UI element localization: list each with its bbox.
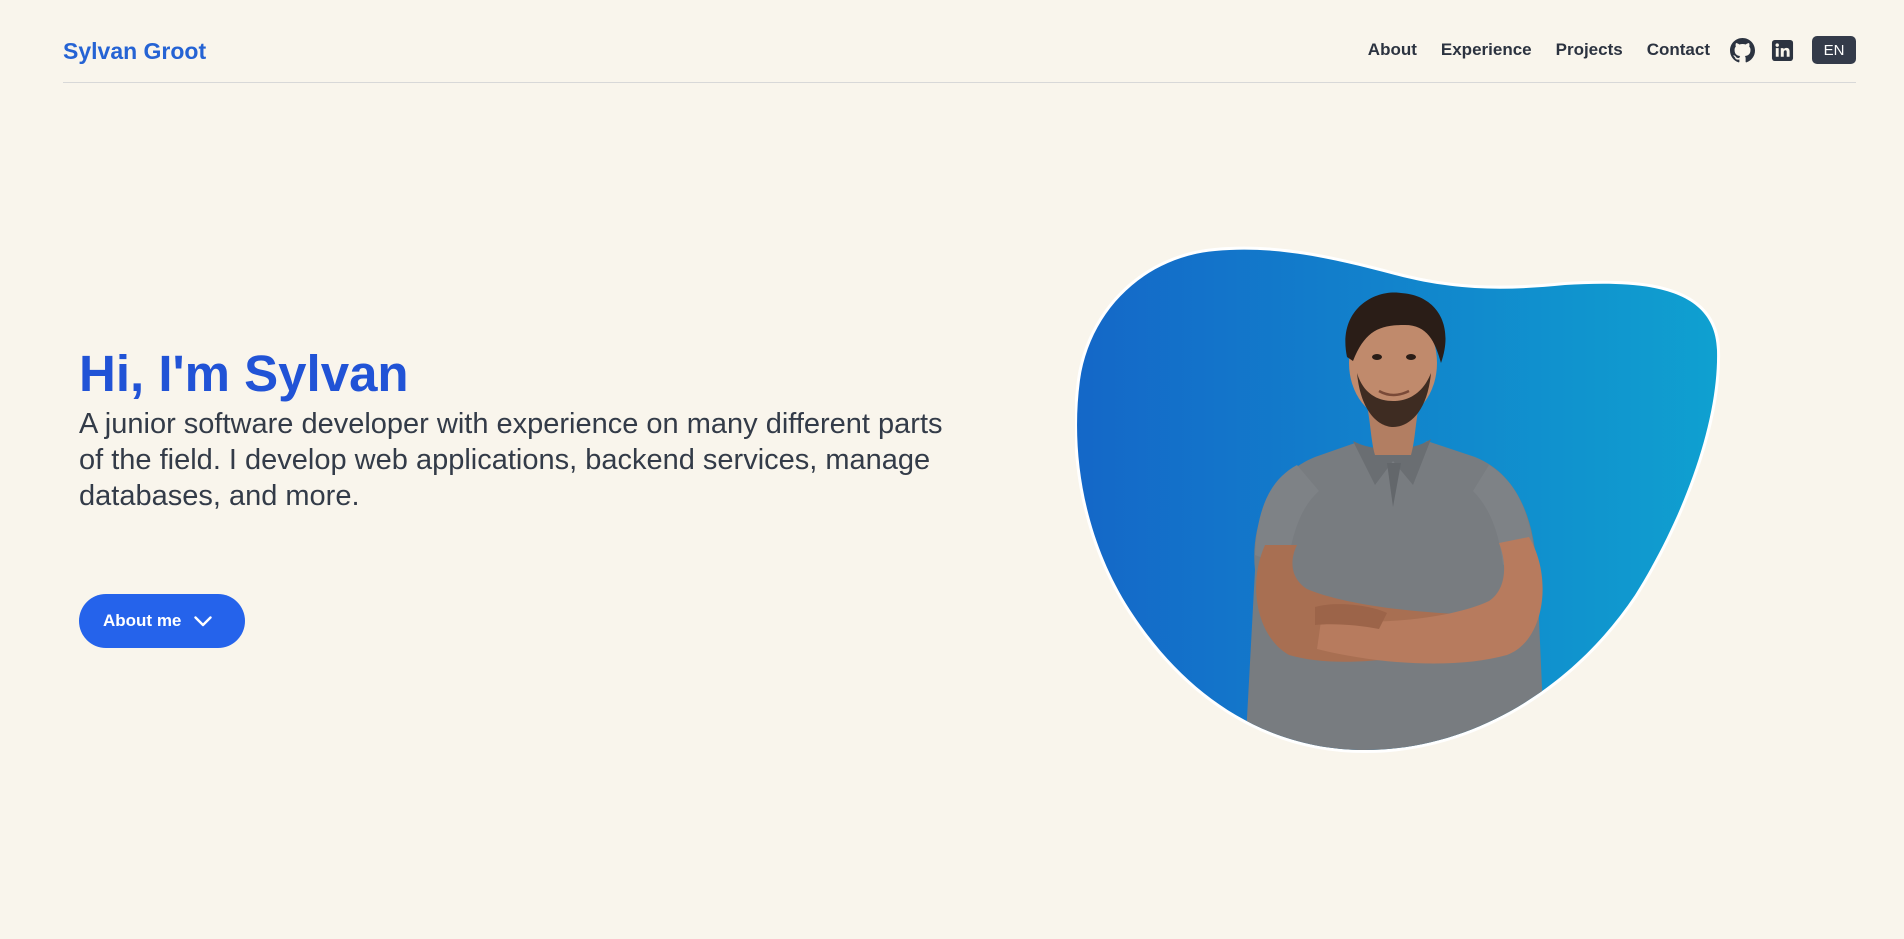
brand-logo[interactable]: Sylvan Groot [63,38,206,65]
main-nav: About Experience Projects Contact EN [1368,36,1856,64]
nav-projects[interactable]: Projects [1556,40,1623,60]
site-header: Sylvan Groot About Experience Projects C… [63,0,1856,83]
nav-experience[interactable]: Experience [1441,40,1532,60]
about-me-button[interactable]: About me [79,594,245,648]
profile-portrait [1075,246,1721,754]
language-selector[interactable]: EN [1812,36,1856,64]
hero-subtitle: A junior software developer with experie… [79,408,943,512]
about-me-label: About me [103,611,182,630]
linkedin-icon[interactable] [1770,38,1795,63]
nav-about[interactable]: About [1368,40,1417,60]
nav-contact[interactable]: Contact [1647,40,1710,60]
chevron-down-icon [194,615,213,627]
github-icon[interactable] [1730,37,1755,63]
hero-title: Hi, I'm Sylvan [79,345,409,402]
